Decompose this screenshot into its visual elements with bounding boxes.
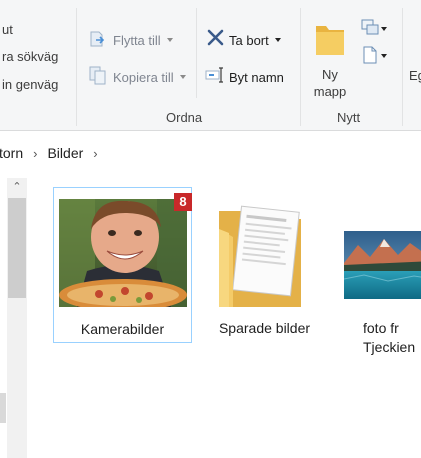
new-folder-icon bbox=[315, 20, 345, 61]
new-folder-label-line2: mapp bbox=[313, 84, 347, 99]
count-badge: 8 bbox=[174, 193, 192, 211]
easy-access-button[interactable] bbox=[361, 45, 387, 67]
move-to-dropdown-icon bbox=[166, 38, 173, 42]
new-item-button[interactable] bbox=[361, 18, 387, 40]
delete-label: Ta bort bbox=[229, 32, 269, 48]
folder-item-label: foto fr bbox=[363, 320, 399, 336]
new-folder-button[interactable]: Ny mapp bbox=[310, 16, 350, 106]
folder-thumbnail bbox=[59, 199, 187, 307]
folder-item-sparade-bilder[interactable]: Sparade bilder bbox=[195, 187, 334, 343]
copy-to-button[interactable]: Kopiera till bbox=[89, 66, 186, 88]
folder-thumbnail bbox=[344, 231, 421, 299]
organize-group-label: Ordna bbox=[166, 110, 203, 125]
folder-item-kamerabilder[interactable]: Kamerabilder bbox=[53, 187, 192, 343]
folder-item-label: Sparade bilder bbox=[218, 320, 311, 336]
rename-button[interactable]: Byt namn bbox=[205, 66, 284, 88]
nav-tree-selected-item[interactable] bbox=[0, 393, 6, 423]
ribbon-separator bbox=[300, 8, 301, 126]
copy-to-icon bbox=[89, 65, 107, 90]
new-item-dropdown-icon bbox=[381, 27, 387, 31]
delete-dropdown-icon bbox=[274, 38, 281, 42]
move-to-button[interactable]: Flytta till bbox=[89, 29, 173, 51]
rename-label: Byt namn bbox=[229, 69, 284, 85]
ribbon-separator bbox=[196, 8, 197, 98]
scrollbar-thumb[interactable] bbox=[8, 198, 26, 298]
folder-item-label: Kamerabilder bbox=[80, 321, 165, 337]
breadcrumb-item-current[interactable]: Bilder bbox=[47, 145, 83, 161]
new-group-label: Nytt bbox=[337, 110, 361, 125]
copy-to-dropdown-icon bbox=[179, 75, 186, 79]
cut-button[interactable]: ut bbox=[2, 22, 13, 37]
copy-path-button[interactable]: ra sökväg bbox=[2, 49, 58, 64]
easy-access-dropdown-icon bbox=[381, 54, 387, 58]
folder-item-label-line2: Tjeckien bbox=[363, 339, 416, 355]
breadcrumb-chevron-icon[interactable]: › bbox=[33, 146, 37, 161]
breadcrumb-chevron-icon[interactable]: › bbox=[93, 146, 97, 161]
rename-icon bbox=[205, 66, 225, 88]
new-folder-label-line1: Ny bbox=[322, 67, 338, 82]
paste-shortcut-button[interactable]: in genväg bbox=[2, 77, 58, 92]
breadcrumb: torn › Bilder › bbox=[0, 142, 421, 164]
ribbon: ut ra sökväg in genväg Flytta till Kopie… bbox=[0, 0, 421, 131]
scroll-up-icon[interactable]: ⌃ bbox=[7, 178, 27, 196]
copy-to-label: Kopiera till bbox=[113, 69, 174, 85]
ribbon-separator bbox=[76, 8, 77, 126]
new-item-icon bbox=[361, 18, 379, 41]
easy-access-icon bbox=[361, 44, 379, 69]
folder-icon bbox=[217, 203, 307, 318]
ribbon-separator bbox=[402, 8, 403, 126]
move-to-icon bbox=[89, 28, 107, 53]
properties-button-partial[interactable]: Eg bbox=[409, 68, 421, 83]
folder-item-foto-tjeckien[interactable]: foto fr Tjeckien bbox=[336, 187, 421, 355]
delete-button[interactable]: Ta bort bbox=[207, 29, 281, 51]
delete-x-icon bbox=[207, 29, 224, 51]
move-to-label: Flytta till bbox=[113, 32, 161, 48]
breadcrumb-item-parent[interactable]: torn bbox=[0, 145, 23, 161]
